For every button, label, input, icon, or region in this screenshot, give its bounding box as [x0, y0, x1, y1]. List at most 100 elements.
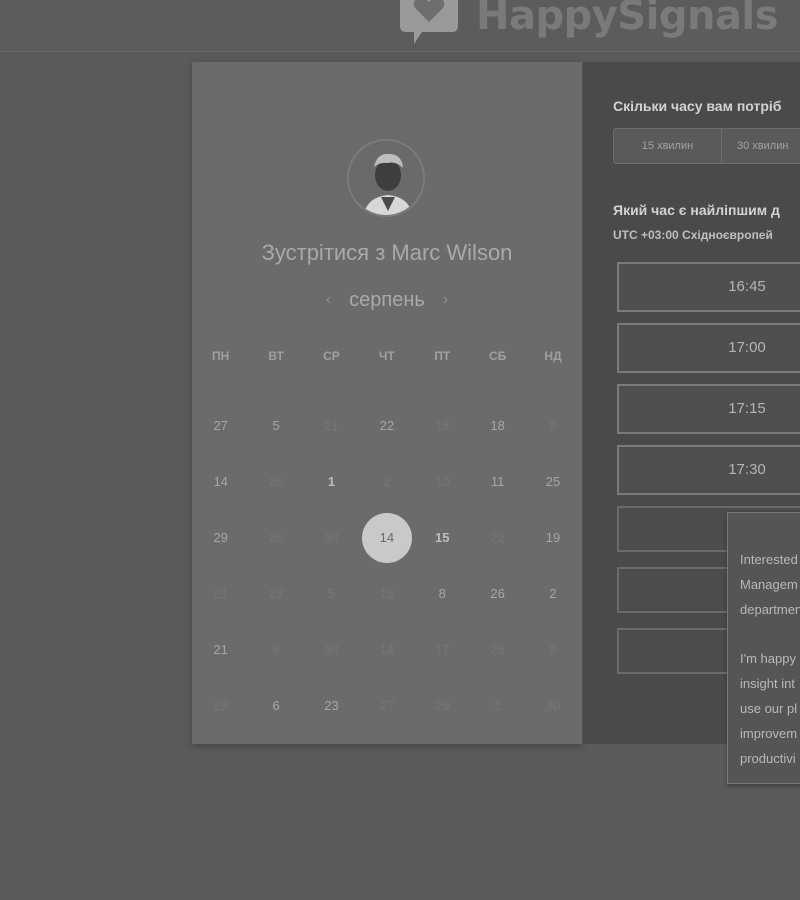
- bubble-text-line: departmen: [740, 602, 800, 617]
- calendar-day[interactable]: 8: [415, 566, 470, 622]
- calendar-day-number: 5: [327, 586, 336, 601]
- calendar-day: 23: [248, 566, 303, 622]
- calendar-day: 8: [248, 622, 303, 678]
- calendar-day-number: 1: [494, 698, 502, 713]
- duration-option-30[interactable]: 30 хвилин: [722, 129, 800, 163]
- calendar-day[interactable]: 2: [525, 566, 580, 622]
- duration-selector: 15 хвилин 30 хвилин: [613, 128, 800, 164]
- calendar-day-number: 1: [327, 474, 336, 489]
- calendar-day[interactable]: 25: [525, 454, 580, 510]
- calendar-day-number: 14: [361, 513, 412, 563]
- calendar-day-number: 25: [268, 530, 284, 545]
- calendar-day-number: 18: [435, 418, 450, 433]
- calendar-day[interactable]: 27: [193, 398, 248, 454]
- speech-heart-icon: [392, 0, 466, 46]
- weekday-label: НД: [544, 349, 562, 363]
- calendar-day-number: 8: [438, 586, 446, 601]
- calendar-day-number: 28: [490, 642, 505, 657]
- calendar-day[interactable]: 21: [193, 622, 248, 678]
- calendar-day[interactable]: 29: [193, 510, 248, 566]
- calendar-day: 30: [304, 622, 359, 678]
- timezone-label[interactable]: UTC +03:00 Східноєвропей: [613, 228, 773, 242]
- calendar-day-number: 22: [490, 530, 505, 545]
- calendar-panel: Зустрітися з Marc Wilson ‹ серпень › ПН …: [192, 62, 582, 744]
- calendar-day-number: 19: [545, 530, 561, 545]
- calendar-day-number: 14: [213, 474, 228, 489]
- calendar-day: 10: [415, 454, 470, 510]
- bubble-text-line: Managem: [740, 577, 798, 592]
- calendar-day: 29: [415, 678, 470, 734]
- month-label: серпень: [349, 288, 425, 311]
- weekday-label: ВТ: [268, 349, 284, 363]
- calendar-day-number: 10: [435, 474, 450, 489]
- calendar-day-number: 30: [324, 530, 339, 545]
- time-slot[interactable]: 17:15: [617, 384, 800, 434]
- calendar-week-row: 21 8 30 14 17 28 9: [192, 622, 582, 678]
- calendar-day: 25: [248, 510, 303, 566]
- calendar-day[interactable]: 15: [415, 510, 470, 566]
- calendar-day-number: 27: [379, 698, 395, 713]
- weekday-label: СР: [323, 349, 340, 363]
- calendar-day-number: 21: [213, 642, 228, 657]
- calendar-week-row: 29 25 30 14 15 22 19: [192, 510, 582, 566]
- calendar-day[interactable]: 22: [359, 398, 414, 454]
- weekday-header: ПН ВТ СР ЧТ ПТ СБ НД: [192, 342, 582, 370]
- calendar-day-number: 5: [272, 418, 280, 433]
- chat-bubble[interactable]: Interested Managem departmen I'm happy i…: [727, 512, 800, 784]
- calendar-day-number: 26: [268, 474, 284, 489]
- bubble-text-line: improvem: [740, 726, 798, 741]
- calendar-day-number: 29: [435, 698, 450, 713]
- calendar-day-number: 2: [383, 474, 391, 489]
- calendar-day-number: 6: [272, 698, 280, 713]
- calendar-day-number: 18: [490, 418, 505, 433]
- calendar-day[interactable]: 14: [193, 454, 248, 510]
- time-slot[interactable]: 16:45: [617, 262, 800, 312]
- calendar-weeks: 27 5 21 22 18 18 9 14 26 1 2 10 11 25 29 25 30 14 15 22 19 21…: [192, 398, 582, 734]
- weekday-label: ПН: [212, 349, 230, 363]
- calendar-day: 28: [193, 678, 248, 734]
- calendar-week-row: 14 26 1 2 10 11 25: [192, 454, 582, 510]
- weekday-label: ПТ: [434, 349, 451, 363]
- calendar-week-row: 28 6 23 27 29 1 30: [192, 678, 582, 734]
- calendar-day-number: 30: [324, 642, 339, 657]
- calendar-day[interactable]: 6: [248, 678, 303, 734]
- brand-logo[interactable]: HappySignals: [392, 0, 778, 46]
- calendar-day[interactable]: 1: [304, 454, 359, 510]
- calendar-day: 21: [304, 398, 359, 454]
- calendar-day: 18: [415, 398, 470, 454]
- calendar-day-number: 14: [379, 642, 395, 657]
- duration-question: Скільки часу вам потріб: [613, 98, 782, 114]
- calendar-day[interactable]: 26: [470, 566, 525, 622]
- calendar-day: 26: [248, 454, 303, 510]
- calendar-day: 16: [359, 566, 414, 622]
- calendar-day: 22: [470, 510, 525, 566]
- calendar-day-number: 23: [324, 698, 339, 713]
- calendar-day: 30: [525, 678, 580, 734]
- brand-name: HappySignals: [476, 0, 778, 39]
- time-slot-label: 17:15: [728, 400, 766, 417]
- calendar-week-row: 27 5 21 22 18 18 9: [192, 398, 582, 454]
- calendar-day[interactable]: 11: [470, 454, 525, 510]
- calendar-day[interactable]: 19: [525, 510, 580, 566]
- calendar-day[interactable]: 5: [248, 398, 303, 454]
- duration-option-15[interactable]: 15 хвилин: [614, 129, 722, 163]
- calendar-day: 27: [359, 678, 414, 734]
- time-slot[interactable]: 17:00: [617, 323, 800, 373]
- bubble-text-line: productivi: [740, 751, 796, 766]
- calendar-day-number: 25: [545, 474, 561, 489]
- calendar-day-number: 8: [272, 642, 280, 657]
- calendar-day[interactable]: 23: [304, 678, 359, 734]
- calendar-day-number: 16: [379, 586, 395, 601]
- calendar-day-number: 11: [490, 474, 505, 489]
- time-slot[interactable]: 17:30: [617, 445, 800, 495]
- calendar-day: 21: [193, 566, 248, 622]
- calendar-day: 1: [470, 678, 525, 734]
- avatar: [347, 139, 425, 217]
- calendar-day[interactable]: 18: [470, 398, 525, 454]
- weekday-label: ЧТ: [378, 349, 395, 363]
- calendar-day-number: 17: [435, 642, 450, 657]
- chevron-left-icon[interactable]: ‹: [326, 291, 331, 309]
- calendar-day-number: 22: [379, 418, 395, 433]
- chevron-right-icon[interactable]: ›: [443, 291, 448, 309]
- calendar-day-selected[interactable]: 14: [359, 510, 414, 566]
